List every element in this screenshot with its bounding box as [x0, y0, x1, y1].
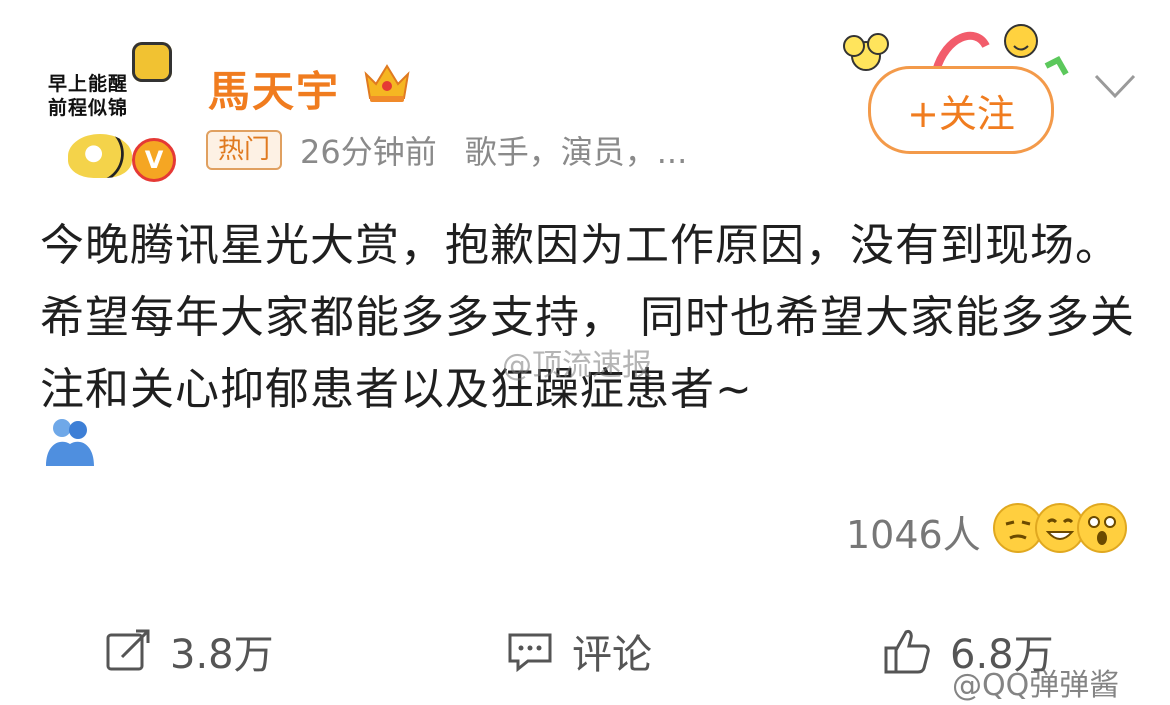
crown-icon — [364, 64, 410, 102]
hot-tag[interactable]: 热门 — [206, 130, 283, 170]
repost-button[interactable]: 3.8万 — [104, 622, 274, 680]
thumbs-up-icon — [884, 630, 930, 674]
watermark: @QQ弹弹酱 — [952, 668, 1120, 703]
camera-icon — [132, 42, 172, 82]
chevron-down-icon[interactable] — [1092, 70, 1138, 102]
user-description: 歌手，演员，... — [464, 133, 688, 171]
post-time: 26分钟前 — [300, 133, 437, 171]
hug-emoji-icon — [46, 419, 94, 466]
post-meta: 热门 26分钟前 歌手，演员，... — [206, 130, 688, 171]
avatar-caption: 早上能醒 前程似锦 — [48, 73, 129, 119]
repost-icon — [106, 629, 150, 671]
reaction-count[interactable]: 1046人 — [846, 504, 981, 559]
repost-count: 3.8万 — [170, 632, 274, 678]
comment-label: 评论 — [572, 632, 652, 678]
username[interactable]: 馬天宇 — [208, 58, 340, 119]
vip-badge-icon: V — [132, 138, 176, 182]
comment-button[interactable]: 评论 — [506, 622, 652, 680]
follow-button[interactable]: +关注 — [868, 66, 1054, 154]
comment-icon — [508, 633, 552, 673]
watermark: @顶流速报 — [502, 348, 652, 383]
bee-icon — [68, 134, 132, 178]
reaction-emoji-icon[interactable] — [990, 500, 1130, 554]
post-text: 今晚腾讯星光大赏，抱歉因为工作原因，没有到现场。希望每年大家都能多多支持， 同时… — [40, 220, 1135, 415]
